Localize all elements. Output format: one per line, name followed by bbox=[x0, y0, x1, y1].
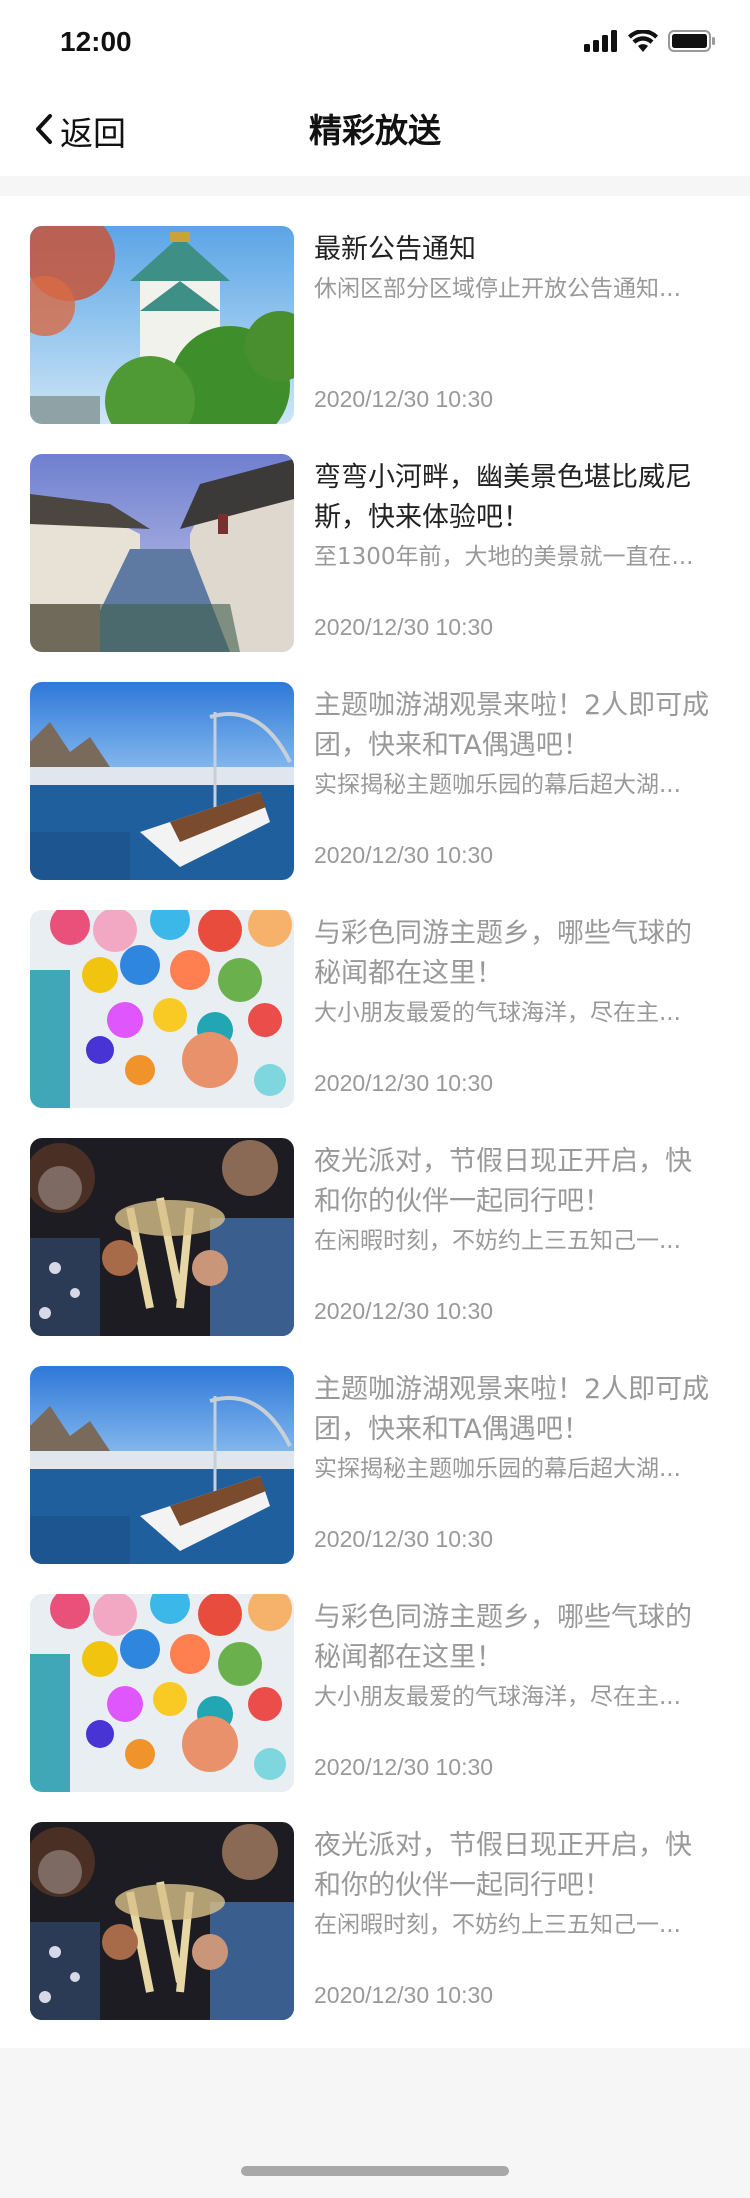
list-item[interactable]: 主题咖游湖观景来啦！2人即可成团，快来和TA偶遇吧！ 实探揭秘主题咖乐园的幕后超… bbox=[0, 652, 750, 880]
party-toast-photo bbox=[30, 1138, 294, 1336]
item-title: 最新公告通知 bbox=[314, 234, 476, 265]
status-icons bbox=[584, 29, 716, 56]
item-description: 在闲暇时刻，不妨约上三五知己一... bbox=[314, 1228, 681, 1254]
wifi-icon bbox=[628, 29, 658, 56]
item-title: 夜光派对，节假日现正开启，快和你的伙伴一起同行吧！ bbox=[314, 1146, 692, 1217]
item-title: 主题咖游湖观景来啦！2人即可成团，快来和TA偶遇吧！ bbox=[314, 1374, 710, 1445]
home-indicator bbox=[241, 2166, 509, 2176]
item-time: 2020/12/30 10:30 bbox=[314, 842, 494, 868]
canal-town-photo bbox=[30, 454, 294, 652]
back-label: 返回 bbox=[60, 114, 126, 153]
item-description: 休闲区部分区域停止开放公告通知... bbox=[314, 276, 681, 302]
list-item[interactable]: 与彩色同游主题乡，哪些气球的秘闻都在这里！ 大小朋友最爱的气球海洋，尽在主...… bbox=[0, 1564, 750, 1792]
item-description: 大小朋友最爱的气球海洋，尽在主... bbox=[314, 1000, 681, 1026]
article-list: 最新公告通知 休闲区部分区域停止开放公告通知... 2020/12/30 10:… bbox=[0, 196, 750, 2048]
item-time: 2020/12/30 10:30 bbox=[314, 386, 494, 412]
balloons-photo bbox=[30, 910, 294, 1108]
item-title: 弯弯小河畔，幽美景色堪比威尼斯，快来体验吧！ bbox=[314, 462, 692, 533]
status-bar: 12:00 bbox=[0, 0, 750, 88]
list-item[interactable]: 弯弯小河畔，幽美景色堪比威尼斯，快来体验吧！ 至1300年前，大地的美景就一直在… bbox=[0, 424, 750, 652]
party-toast-photo bbox=[30, 1822, 294, 2020]
app-screen: 12:00 精彩放送 返回 最新公告通知 休闲区部分区域停止开放公告通知... … bbox=[0, 0, 750, 2198]
list-item[interactable]: 最新公告通知 休闲区部分区域停止开放公告通知... 2020/12/30 10:… bbox=[0, 196, 750, 424]
back-button[interactable]: 返回 bbox=[34, 106, 126, 156]
item-title: 与彩色同游主题乡，哪些气球的秘闻都在这里！ bbox=[314, 1602, 692, 1673]
item-description: 在闲暇时刻，不妨约上三五知己一... bbox=[314, 1912, 681, 1938]
item-title: 主题咖游湖观景来啦！2人即可成团，快来和TA偶遇吧！ bbox=[314, 690, 710, 761]
item-title: 夜光派对，节假日现正开启，快和你的伙伴一起同行吧！ bbox=[314, 1830, 692, 1901]
item-description: 实探揭秘主题咖乐园的幕后超大湖... bbox=[314, 772, 681, 798]
list-item[interactable]: 主题咖游湖观景来啦！2人即可成团，快来和TA偶遇吧！ 实探揭秘主题咖乐园的幕后超… bbox=[0, 1336, 750, 1564]
item-time: 2020/12/30 10:30 bbox=[314, 614, 494, 640]
chevron-left-icon bbox=[34, 113, 54, 149]
balloons-photo bbox=[30, 1594, 294, 1792]
harbor-boat-photo bbox=[30, 682, 294, 880]
item-description: 大小朋友最爱的气球海洋，尽在主... bbox=[314, 1684, 681, 1710]
status-time: 12:00 bbox=[60, 26, 132, 57]
item-time: 2020/12/30 10:30 bbox=[314, 1298, 494, 1324]
item-description: 实探揭秘主题咖乐园的幕后超大湖... bbox=[314, 1456, 681, 1482]
item-time: 2020/12/30 10:30 bbox=[314, 1070, 494, 1096]
navigation-bar: 精彩放送 返回 bbox=[0, 88, 750, 176]
list-item[interactable]: 与彩色同游主题乡，哪些气球的秘闻都在这里！ 大小朋友最爱的气球海洋，尽在主...… bbox=[0, 880, 750, 1108]
castle-photo bbox=[30, 226, 294, 424]
item-time: 2020/12/30 10:30 bbox=[314, 1526, 494, 1552]
cellular-signal-icon bbox=[584, 30, 618, 56]
list-item[interactable]: 夜光派对，节假日现正开启，快和你的伙伴一起同行吧！ 在闲暇时刻，不妨约上三五知己… bbox=[0, 1792, 750, 2020]
list-item[interactable]: 夜光派对，节假日现正开启，快和你的伙伴一起同行吧！ 在闲暇时刻，不妨约上三五知己… bbox=[0, 1108, 750, 1336]
item-title: 与彩色同游主题乡，哪些气球的秘闻都在这里！ bbox=[314, 918, 692, 989]
item-time: 2020/12/30 10:30 bbox=[314, 1982, 494, 2008]
item-time: 2020/12/30 10:30 bbox=[314, 1754, 494, 1780]
item-description: 至1300年前，大地的美景就一直在... bbox=[314, 544, 694, 570]
harbor-boat-photo bbox=[30, 1366, 294, 1564]
battery-icon bbox=[668, 30, 716, 56]
